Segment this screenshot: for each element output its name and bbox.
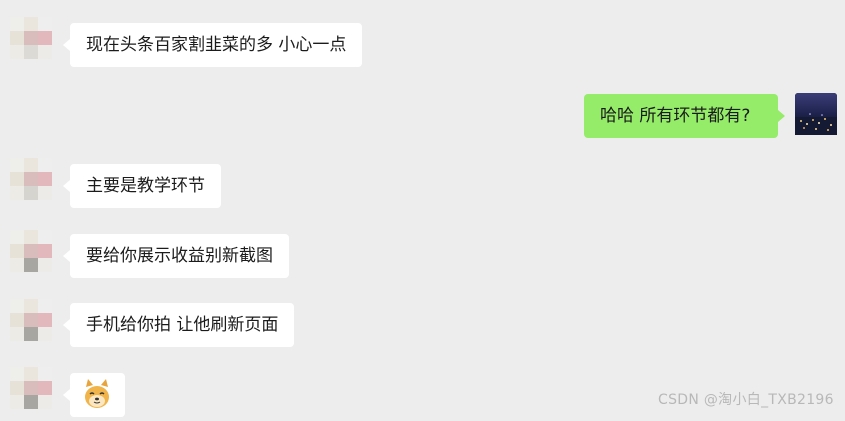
message-text: 现在头条百家割韭菜的多 小心一点	[86, 35, 347, 55]
doge-emoji	[85, 379, 109, 408]
sticker-message-bubble[interactable]	[63, 373, 125, 417]
contact-avatar[interactable]	[10, 367, 52, 409]
self-avatar[interactable]	[795, 93, 837, 135]
message-bubble[interactable]: 主要是教学环节	[63, 164, 221, 208]
message-text: 要给你展示收益别新截图	[86, 246, 273, 266]
contact-avatar[interactable]	[10, 299, 52, 341]
contact-avatar[interactable]	[10, 17, 52, 59]
contact-avatar[interactable]	[10, 158, 52, 200]
message-bubble[interactable]: 要给你展示收益别新截图	[63, 234, 289, 278]
message-bubble-outgoing[interactable]: 哈哈 所有环节都有?	[584, 94, 785, 138]
night-city-avatar-icon	[795, 93, 837, 135]
watermark: CSDN @淘小白_TXB2196	[658, 392, 834, 408]
message-text: 哈哈 所有环节都有?	[600, 106, 751, 126]
contact-avatar[interactable]	[10, 230, 52, 272]
message-text: 主要是教学环节	[86, 176, 205, 196]
message-bubble[interactable]: 手机给你拍 让他刷新页面	[62, 303, 295, 347]
message-bubble[interactable]: 现在头条百家割韭菜的多 小心一点	[62, 23, 363, 67]
message-text: 手机给你拍 让他刷新页面	[86, 315, 279, 335]
